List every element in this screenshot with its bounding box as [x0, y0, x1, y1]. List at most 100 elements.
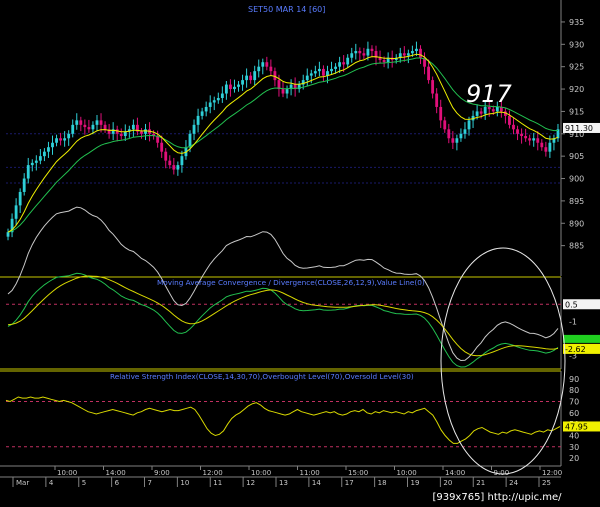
x-date-label: 5 [82, 479, 86, 487]
candle-body [192, 124, 196, 134]
candle-body [237, 84, 240, 87]
candle-body [338, 62, 342, 67]
candle-body [512, 124, 515, 130]
candle-body [402, 53, 406, 56]
candle-body [95, 120, 99, 125]
candle-body [334, 66, 337, 69]
candle-body [67, 133, 71, 139]
candle-body [467, 120, 471, 130]
candle-body [427, 66, 430, 81]
candle-body [63, 138, 67, 141]
candle-body [204, 106, 208, 112]
candle-body [431, 80, 435, 94]
candle-body [354, 51, 358, 54]
x-date-label: 12 [246, 479, 255, 487]
price-y-tick-label: 920 [569, 85, 584, 94]
x-time-label: 14:00 [106, 469, 126, 477]
candle-body [22, 178, 26, 192]
candle-body [342, 62, 346, 65]
candle-body [524, 136, 528, 139]
candle-body [91, 124, 95, 130]
candle-body [43, 151, 46, 157]
candle-body [309, 73, 313, 76]
x-time-label: 15:00 [348, 469, 368, 477]
x-time-label: 9:00 [154, 469, 170, 477]
rsi-y-tick-label: 60 [569, 409, 579, 418]
x-date-label: 11 [213, 479, 222, 487]
price-y-tick-label: 890 [569, 219, 584, 228]
candle-body [79, 120, 83, 125]
x-time-label: 11:00 [300, 469, 320, 477]
macd-value-label: 0.5 [565, 300, 578, 309]
candle-body [406, 53, 410, 56]
candle-body [249, 75, 253, 81]
x-date-label: 20 [443, 479, 452, 487]
candle-body [508, 115, 511, 125]
x-date-label: 13 [279, 479, 288, 487]
candle-body [168, 160, 172, 166]
candle-body [59, 138, 63, 141]
x-date-label: 14 [312, 479, 321, 487]
rsi-last-value: 47.95 [565, 422, 588, 431]
candle-body [313, 71, 317, 74]
candle-body [305, 75, 309, 81]
candle-body [75, 120, 79, 125]
x-time-label: 14:00 [445, 469, 465, 477]
rsi-y-tick-label: 40 [569, 431, 579, 440]
candle-body [34, 160, 38, 163]
candle-body [241, 80, 244, 85]
candle-body [176, 165, 180, 170]
price-y-tick-label: 905 [569, 152, 584, 161]
x-date-label: Mar [16, 479, 29, 487]
candle-body [87, 127, 91, 130]
candle-body [528, 138, 532, 141]
candle-body [362, 53, 366, 56]
x-date-label: 6 [115, 479, 120, 487]
x-time-label: 10:00 [397, 469, 417, 477]
candle-body [233, 86, 236, 90]
candle-body [281, 89, 285, 94]
annotation-917: 917 [466, 80, 513, 108]
x-date-label: 21 [476, 479, 485, 487]
candle-body [257, 66, 261, 72]
candle-body [548, 142, 552, 152]
candle-body [419, 48, 422, 58]
stock-chart: 885890895900905910915920925930935911.30 … [0, 0, 600, 507]
candle-body [540, 142, 544, 148]
candle-body [516, 129, 519, 134]
rsi-y-tick-label: 80 [569, 386, 579, 395]
candle-body [245, 75, 249, 81]
macd-signal-marker [563, 334, 600, 343]
x-date-label: 24 [509, 479, 518, 487]
x-date-label: 25 [542, 479, 551, 487]
candle-body [366, 48, 370, 56]
candle-body [18, 191, 22, 206]
macd-y-tick-label: -1 [569, 317, 577, 326]
price-y-tick-label: 900 [569, 175, 584, 184]
candle-body [410, 51, 414, 54]
candle-body [346, 57, 350, 65]
candle-body [317, 68, 321, 72]
rsi-panel-title: Relative Strength Index(CLOSE,14,30,70),… [110, 372, 414, 381]
rsi-y-tick-label: 70 [569, 398, 579, 407]
rsi-y-tick-label: 90 [569, 375, 579, 384]
price-y-tick-label: 930 [569, 40, 584, 49]
x-date-label: 18 [378, 479, 387, 487]
candle-body [99, 120, 103, 125]
candle-body [140, 131, 143, 134]
candle-body [370, 48, 374, 52]
price-y-tick-label: 885 [569, 242, 584, 251]
candle-body [285, 89, 289, 94]
candle-body [131, 124, 135, 130]
candle-body [273, 71, 277, 81]
candle-body [6, 232, 10, 237]
x-date-label: 4 [49, 479, 54, 487]
candle-body [265, 62, 269, 67]
x-time-label: 12:00 [203, 469, 223, 477]
candle-body [55, 138, 58, 143]
candle-body [172, 165, 176, 170]
candle-body [30, 162, 34, 166]
candle-body [83, 124, 87, 128]
candle-body [196, 115, 200, 125]
candle-body [415, 48, 418, 52]
